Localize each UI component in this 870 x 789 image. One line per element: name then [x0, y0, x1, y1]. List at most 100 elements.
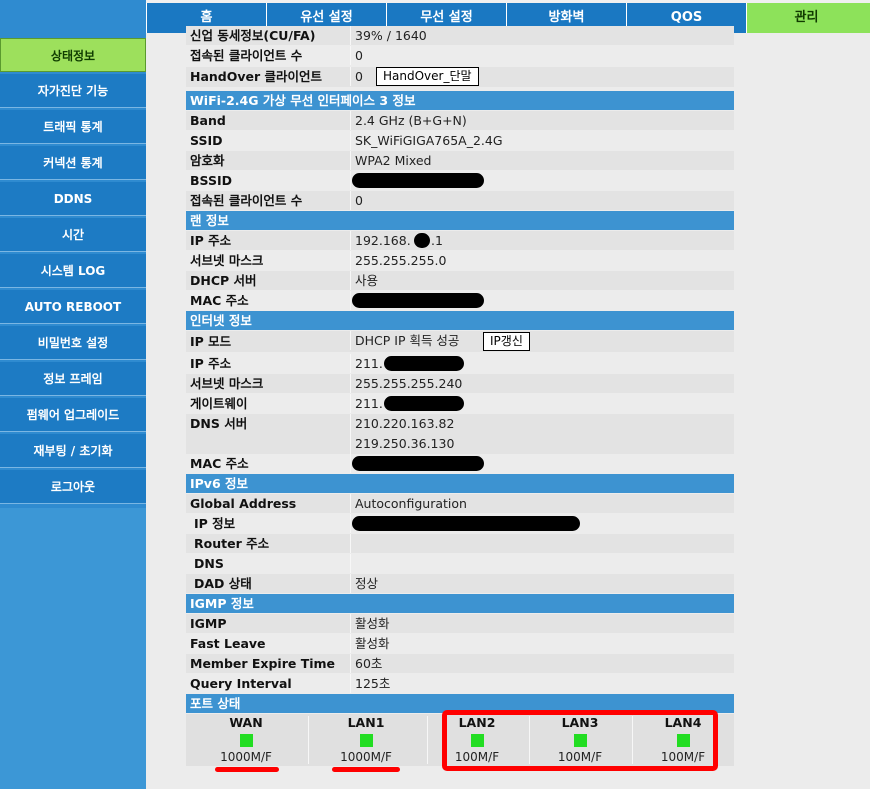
- port-name: WAN: [229, 715, 263, 730]
- row-member-expire-time: Member Expire Time 60초: [186, 654, 734, 673]
- row-wan-mac: MAC 주소: [186, 454, 734, 473]
- sidebar-item-time[interactable]: 시간: [0, 218, 146, 252]
- redaction-mask: [384, 396, 464, 411]
- sidebar-item-info-frame[interactable]: 정보 프레임: [0, 362, 146, 396]
- divider: [350, 251, 351, 270]
- row-value: 2.4 GHz (B+G+N): [355, 113, 467, 128]
- row-value: 255.255.255.240: [355, 376, 463, 391]
- divider: [350, 191, 351, 210]
- row-value: 활성화: [355, 636, 390, 651]
- divider: [350, 494, 351, 513]
- port-led-icon: [359, 734, 373, 747]
- divider: [350, 374, 351, 393]
- row-label: Band: [190, 113, 226, 128]
- divider: [350, 131, 351, 150]
- divider: [350, 674, 351, 693]
- redaction-mask: [414, 233, 430, 248]
- row-fast-leave: Fast Leave 활성화: [186, 634, 734, 653]
- row-value: 39% / 1640: [355, 28, 427, 43]
- row-label: 서브넷 마스크: [190, 253, 264, 268]
- sidebar-item-reboot-reset[interactable]: 재부팅 / 초기화: [0, 434, 146, 468]
- row-gateway: 게이트웨이 211.: [186, 394, 734, 413]
- sidebar-item-firmware-upgrade[interactable]: 펌웨어 업그레이드: [0, 398, 146, 432]
- sidebar-item-password[interactable]: 비밀번호 설정: [0, 326, 146, 360]
- row-label: Member Expire Time: [190, 656, 336, 671]
- divider: [350, 514, 351, 533]
- divider: [350, 554, 351, 573]
- port-separator: [308, 716, 309, 764]
- row-value: 사용: [355, 273, 379, 288]
- row-label: IP 주소: [190, 233, 232, 248]
- sidebar-filler: [0, 508, 146, 789]
- divider: [350, 151, 351, 170]
- row-query-interval: Query Interval 125초: [186, 674, 734, 693]
- row-value: Autoconfiguration: [355, 496, 467, 511]
- divider: [350, 654, 351, 673]
- row-label: Router 주소: [194, 536, 270, 551]
- sidebar-item-connection-stats[interactable]: 커넥션 통계: [0, 146, 146, 180]
- row-label: 신업 동세정보(CU/FA): [190, 28, 316, 43]
- row-connected-clients: 접속된 클라이언트 수 0: [186, 46, 734, 65]
- row-router-address: Router 주소: [186, 534, 734, 553]
- sidebar-item-auto-reboot[interactable]: AUTO REBOOT: [0, 290, 146, 324]
- row-value: 255.255.255.0: [355, 253, 447, 268]
- top-nav-filler: [866, 3, 870, 33]
- row-wan-subnet: 서브넷 마스크 255.255.255.240: [186, 374, 734, 393]
- row-band: Band 2.4 GHz (B+G+N): [186, 111, 734, 130]
- annotation-underline-wan: [215, 767, 279, 772]
- port-speed: 1000M/F: [340, 750, 392, 764]
- row-lan-ip: IP 주소 192.168. .1: [186, 231, 734, 250]
- tab-management[interactable]: 관리: [746, 3, 866, 33]
- handover-device-button[interactable]: HandOver_단말: [376, 67, 479, 86]
- annotation-underline-lan1: [332, 767, 400, 772]
- section-header-ipv6: IPv6 정보: [186, 474, 734, 493]
- row-label: DNS: [194, 556, 224, 571]
- row-lan-mac: MAC 주소: [186, 291, 734, 310]
- row-lan-subnet: 서브넷 마스크 255.255.255.0: [186, 251, 734, 270]
- sidebar-item-ddns[interactable]: DDNS: [0, 182, 146, 216]
- row-label: DNS 서버: [190, 416, 248, 431]
- redaction-mask: [352, 456, 484, 471]
- row-encryption: 암호화 WPA2 Mixed: [186, 151, 734, 170]
- divider: [350, 231, 351, 250]
- divider: [350, 634, 351, 653]
- redaction-mask: [352, 516, 580, 531]
- sidebar-item-status[interactable]: 상태정보: [0, 38, 146, 72]
- row-label: 암호화: [190, 153, 225, 168]
- row-value: 192.168.: [355, 233, 411, 248]
- row-value: 60초: [355, 656, 383, 671]
- row-value: SK_WiFiGIGA765A_2.4G: [355, 133, 503, 148]
- divider: [350, 454, 351, 473]
- row-ipv6-dns: DNS: [186, 554, 734, 573]
- divider: [350, 46, 351, 65]
- row-label: DHCP 서버: [190, 273, 257, 288]
- port-wan: WAN 1000M/F: [200, 716, 292, 766]
- sidebar-item-system-log[interactable]: 시스템 LOG: [0, 254, 146, 288]
- row-igmp: IGMP 활성화: [186, 614, 734, 633]
- row-label: 접속된 클라이언트 수: [190, 193, 303, 208]
- row-wan-ip: IP 주소 211.: [186, 354, 734, 373]
- row-label: 접속된 클라이언트 수: [190, 48, 303, 63]
- sidebar-item-traffic-stats[interactable]: 트래픽 통계: [0, 110, 146, 144]
- divider: [350, 171, 351, 190]
- ip-renew-button[interactable]: IP갱신: [483, 332, 530, 351]
- row-global-address: Global Address Autoconfiguration: [186, 494, 734, 513]
- divider: [350, 414, 351, 454]
- port-name: LAN1: [347, 715, 385, 730]
- row-label: SSID: [190, 133, 223, 148]
- row-value: DHCP IP 획득 성공: [355, 333, 460, 348]
- status-content: 신업 동세정보(CU/FA) 39% / 1640 접속된 클라이언트 수 0 …: [146, 26, 870, 789]
- redaction-mask: [352, 173, 484, 188]
- divider: [350, 354, 351, 373]
- redaction-mask: [384, 356, 464, 371]
- row-label: IP 정보: [194, 516, 236, 531]
- divider: [350, 331, 351, 350]
- row-value-dns2: 219.250.36.130: [355, 436, 455, 451]
- row-bssid: BSSID: [186, 171, 734, 190]
- sidebar: 상태정보 자가진단 기능 트래픽 통계 커넥션 통계 DDNS 시간 시스템 L…: [0, 0, 146, 789]
- divider: [350, 111, 351, 130]
- row-value: 211.: [355, 396, 383, 411]
- row-dad-status: DAD 상태 정상: [186, 574, 734, 593]
- sidebar-item-self-diagnosis[interactable]: 자가진단 기능: [0, 74, 146, 108]
- sidebar-item-logout[interactable]: 로그아웃: [0, 470, 146, 504]
